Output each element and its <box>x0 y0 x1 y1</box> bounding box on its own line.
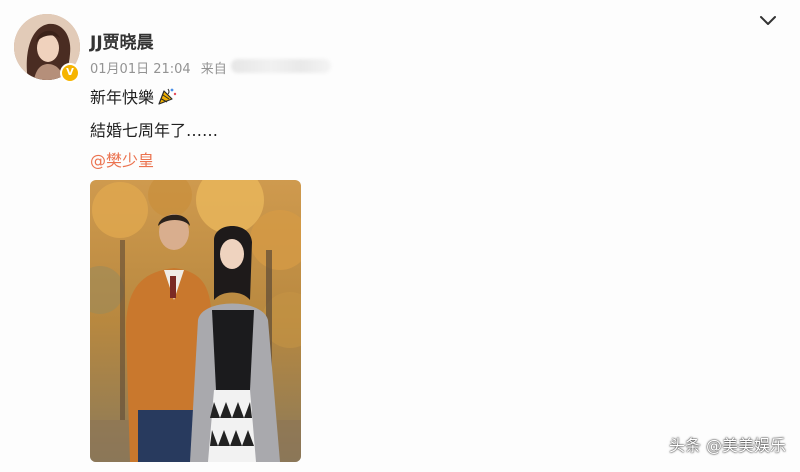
verified-badge-icon: V <box>60 63 80 83</box>
post-source: 来自 <box>201 58 331 77</box>
couple-photo-image <box>90 180 301 462</box>
post-photo[interactable] <box>90 180 301 462</box>
source-label: 来自 <box>200 62 227 77</box>
weibo-post: V JJ贾晓晨 01月01日 21:04 来自 新年快樂 結婚七周年了…… @樊… <box>0 0 800 472</box>
party-popper-icon <box>158 88 177 105</box>
blurred-source <box>230 59 331 73</box>
post-meta: 01月01日 21:04 来自 <box>90 58 331 77</box>
post-text-line-2: 結婚七周年了…… <box>90 121 219 140</box>
post-timestamp[interactable]: 01月01日 21:04 <box>90 58 191 77</box>
greeting-text: 新年快樂 <box>90 88 155 107</box>
mention-link[interactable]: @樊少皇 <box>90 147 154 171</box>
chevron-down-icon[interactable] <box>758 10 778 30</box>
post-text-line-1: 新年快樂 <box>90 84 177 108</box>
watermark: 头条 @美美娱乐 <box>668 436 786 455</box>
username[interactable]: JJ贾晓晨 <box>90 28 154 53</box>
